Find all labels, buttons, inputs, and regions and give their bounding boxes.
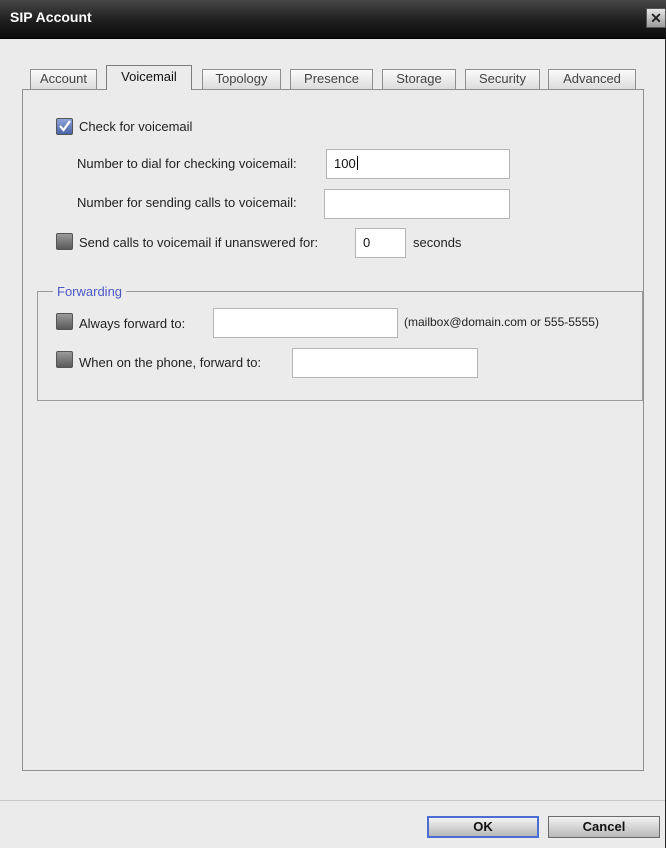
phone-forward-label: When on the phone, forward to: bbox=[79, 355, 262, 370]
cancel-button[interactable]: Cancel bbox=[548, 816, 660, 838]
check-voicemail-checkbox[interactable] bbox=[56, 118, 73, 135]
seconds-unit-label: seconds bbox=[413, 235, 462, 250]
tab-voicemail[interactable]: Voicemail bbox=[106, 65, 192, 90]
phone-forward-checkbox[interactable] bbox=[56, 351, 73, 368]
unanswered-seconds-input[interactable]: 0 bbox=[355, 228, 406, 258]
sip-account-dialog: SIP Account ✕ Account Voicemail Topology… bbox=[0, 0, 666, 848]
unanswered-checkbox[interactable] bbox=[56, 233, 73, 250]
always-forward-label: Always forward to: bbox=[79, 316, 186, 331]
send-number-input[interactable] bbox=[324, 189, 510, 219]
checkmark-icon bbox=[59, 120, 71, 132]
ok-button[interactable]: OK bbox=[427, 816, 539, 838]
text-caret bbox=[356, 156, 358, 170]
title-bar[interactable]: SIP Account ✕ bbox=[0, 0, 666, 39]
tab-storage[interactable]: Storage bbox=[382, 69, 456, 89]
tab-account[interactable]: Account bbox=[30, 69, 97, 89]
close-icon[interactable]: ✕ bbox=[646, 8, 666, 28]
forwarding-title: Forwarding bbox=[53, 284, 127, 299]
tab-presence[interactable]: Presence bbox=[290, 69, 373, 89]
dial-number-input[interactable]: 100 bbox=[326, 149, 510, 179]
tab-security[interactable]: Security bbox=[465, 69, 540, 89]
send-number-label: Number for sending calls to voicemail: bbox=[77, 195, 297, 210]
phone-forward-input[interactable] bbox=[292, 348, 478, 378]
window-title: SIP Account bbox=[10, 9, 92, 25]
always-forward-checkbox[interactable] bbox=[56, 313, 73, 330]
tab-advanced[interactable]: Advanced bbox=[548, 69, 636, 89]
forward-format-hint: (mailbox@domain.com or 555-5555) bbox=[404, 315, 599, 329]
tab-topology[interactable]: Topology bbox=[202, 69, 281, 89]
dial-number-label: Number to dial for checking voicemail: bbox=[77, 156, 297, 171]
always-forward-input[interactable] bbox=[213, 308, 398, 338]
footer-divider bbox=[0, 800, 665, 801]
dial-number-value: 100 bbox=[334, 156, 356, 171]
check-voicemail-label: Check for voicemail bbox=[79, 119, 193, 134]
unanswered-label: Send calls to voicemail if unanswered fo… bbox=[79, 235, 319, 250]
